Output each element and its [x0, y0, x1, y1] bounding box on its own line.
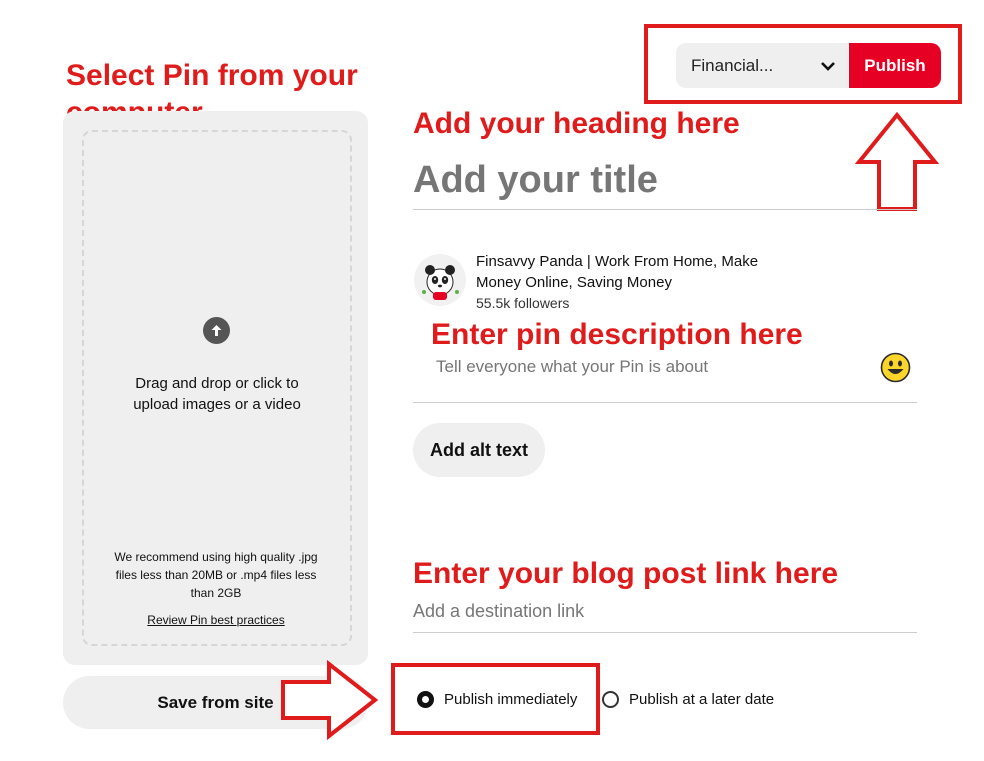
- best-practices-link[interactable]: Review Pin best practices: [82, 613, 350, 627]
- destination-link-input[interactable]: Add a destination link: [413, 601, 913, 622]
- recommendation-line: files less than 20MB or .mp4 files less: [115, 568, 317, 582]
- add-alt-text-button[interactable]: Add alt text: [413, 423, 545, 477]
- description-input[interactable]: Tell everyone what your Pin is about: [436, 357, 856, 377]
- radio-selected-icon[interactable]: [417, 691, 434, 708]
- upload-arrow-icon: [203, 317, 230, 344]
- account-info: Finsavvy Panda | Work From Home, Make Mo…: [476, 251, 796, 314]
- publish-highlight-box: [644, 24, 962, 104]
- publish-later-option[interactable]: Publish at a later date: [602, 691, 774, 708]
- account-name-line: Finsavvy Panda | Work From Home, Make: [476, 253, 759, 270]
- annotation-heading: Add your heading here: [413, 107, 740, 140]
- destination-divider: [413, 632, 917, 633]
- annotation-description: Enter pin description here: [431, 318, 803, 351]
- description-divider: [413, 402, 917, 403]
- account-name-line: Money Online, Saving Money: [476, 274, 672, 291]
- title-input[interactable]: Add your title: [413, 152, 917, 210]
- arrow-right-annotation: [281, 660, 379, 740]
- emoji-icon[interactable]: [880, 352, 911, 388]
- radio-unselected-icon[interactable]: [602, 691, 619, 708]
- avatar: [414, 254, 466, 306]
- upload-recommendation: We recommend using high quality .jpg fil…: [82, 548, 350, 602]
- publish-later-label: Publish at a later date: [629, 691, 775, 708]
- publish-immediately-option[interactable]: Publish immediately: [417, 691, 577, 708]
- upload-instruction-line: Drag and drop or click to: [135, 375, 299, 392]
- upload-instruction-line: upload images or a video: [133, 396, 301, 413]
- recommendation-line: than 2GB: [190, 586, 242, 600]
- publish-immediately-label: Publish immediately: [444, 691, 578, 708]
- upload-instructions: Drag and drop or click to upload images …: [82, 373, 352, 415]
- followers-count: 55.5k followers: [476, 295, 570, 311]
- annotation-link: Enter your blog post link here: [413, 557, 839, 590]
- recommendation-line: We recommend using high quality .jpg: [114, 550, 318, 564]
